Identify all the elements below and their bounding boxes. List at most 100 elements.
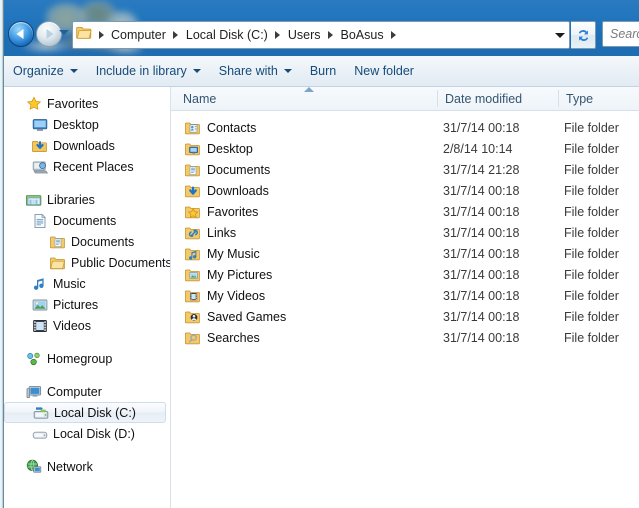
column-divider[interactable] [558,90,559,107]
file-name-cell[interactable]: Documents [185,162,270,178]
sidebar-label: Public Documents [71,255,171,270]
sidebar-item-downloads[interactable]: Downloads [4,135,170,156]
file-date: 31/7/14 00:18 [443,183,520,198]
table-row[interactable]: Searches 31/7/14 00:18 File folder [171,327,639,348]
libraries-icon [26,194,42,206]
column-header-type[interactable]: Type [566,87,593,110]
breadcrumb-boasus[interactable]: BoAsus [337,26,388,44]
refresh-icon [578,29,588,41]
table-row[interactable]: My Music 31/7/14 00:18 File folder [171,243,639,264]
breadcrumb-separator[interactable] [388,31,400,39]
sidebar-item-local-disk-d[interactable]: Local Disk (D:) [4,423,170,444]
breadcrumb-separator[interactable] [325,31,337,39]
sidebar-label: Documents [71,234,135,249]
file-date: 31/7/14 00:18 [443,246,520,261]
homegroup-icon [27,352,40,365]
file-name-cell[interactable]: Favorites [185,204,258,220]
sidebar-item-documents-library[interactable]: Documents [4,210,170,231]
column-divider[interactable] [437,90,438,107]
folder-icon [76,24,93,46]
file-type: File folder [564,330,619,345]
table-row[interactable]: Downloads 31/7/14 00:18 File folder [171,180,639,201]
folder-icon [50,257,65,269]
sidebar-label: Downloads [53,138,115,153]
file-name-cell[interactable]: My Pictures [185,267,272,283]
share-with-button[interactable]: Share with [210,59,301,83]
sidebar-item-pictures[interactable]: Pictures [4,294,170,315]
content-area: Favorites Desktop Downloads Recent Place… [4,87,639,508]
column-header-date-label: Date modified [445,91,523,106]
new-folder-button[interactable]: New folder [345,59,423,83]
table-row[interactable]: Contacts 31/7/14 00:18 File folder [171,117,639,138]
sidebar-item-libraries[interactable]: Libraries [4,189,170,210]
videos-icon [33,319,47,332]
file-name-cell[interactable]: Links [185,225,236,241]
table-row[interactable]: My Videos 31/7/14 00:18 File folder [171,285,639,306]
sidebar-item-documents-folder[interactable]: Documents [4,231,170,252]
table-row[interactable]: My Pictures 31/7/14 00:18 File folder [171,264,639,285]
computer-icon [26,385,42,398]
column-header-name[interactable]: Name [183,87,216,110]
file-name: Documents [207,162,271,177]
column-header-date-modified[interactable]: Date modified [445,87,522,110]
breadcrumb-separator[interactable] [272,31,284,39]
table-row[interactable]: Favorites 31/7/14 00:18 File folder [171,201,639,222]
breadcrumb-separator[interactable] [95,31,107,39]
back-button[interactable] [8,21,34,47]
file-name-cell[interactable]: Contacts [185,120,256,136]
chevron-down-icon [69,69,78,73]
file-name-cell[interactable]: My Music [185,246,260,262]
file-name-cell[interactable]: My Videos [185,288,265,304]
refresh-button[interactable] [571,21,596,49]
table-row[interactable]: Desktop 2/8/14 10:14 File folder [171,138,639,159]
file-type: File folder [564,141,619,156]
nav-tree: Favorites Desktop Downloads Recent Place… [4,93,170,477]
chevron-down-icon [283,69,292,73]
chevron-down-icon[interactable] [551,23,569,47]
sidebar-item-local-disk-c[interactable]: Local Disk (C:) [4,402,166,423]
sidebar-label: Favorites [47,96,99,111]
breadcrumb-local-disk-c[interactable]: Local Disk (C:) [182,26,272,44]
file-list-pane: Name Date modified Type Contacts 31/7/14… [171,87,639,508]
sidebar-item-favorites[interactable]: Favorites [4,93,170,114]
column-header-type-label: Type [566,91,594,106]
sidebar-item-network[interactable]: Network [4,456,170,477]
file-date: 31/7/14 21:28 [443,162,520,177]
table-row[interactable]: Links 31/7/14 00:18 File folder [171,222,639,243]
address-bar[interactable]: Computer Local Disk (C:) Users BoAsus [72,21,570,49]
sidebar-item-videos[interactable]: Videos [4,315,170,336]
search-input[interactable]: Searc [602,21,639,47]
burn-button[interactable]: Burn [301,59,345,83]
table-row[interactable]: Saved Games 31/7/14 00:18 File folder [171,306,639,327]
sidebar-item-desktop[interactable]: Desktop [4,114,170,135]
file-name-cell[interactable]: Searches [185,330,260,346]
sidebar-label: Local Disk (D:) [53,426,135,441]
breadcrumb-users[interactable]: Users [284,26,325,44]
breadcrumb-computer[interactable]: Computer [107,26,170,44]
file-name-cell[interactable]: Desktop [185,141,253,157]
sidebar-item-recent-places[interactable]: Recent Places [4,156,170,177]
navigation-pane: Favorites Desktop Downloads Recent Place… [4,87,171,508]
sidebar-item-music[interactable]: Music [4,273,170,294]
file-type: File folder [564,162,619,177]
organize-button[interactable]: Organize [4,59,87,83]
breadcrumb-separator[interactable] [170,31,182,39]
sidebar-item-public-documents[interactable]: Public Documents [4,252,170,273]
drive-icon [32,431,48,439]
file-name: Searches [207,330,260,345]
file-date: 2/8/14 10:14 [443,141,513,156]
table-row[interactable]: Documents 31/7/14 21:28 File folder [171,159,639,180]
include-in-library-label: Include in library [95,64,187,78]
file-name: Contacts [207,120,257,135]
file-name-cell[interactable]: Downloads [185,183,269,199]
file-name-cell[interactable]: Saved Games [185,309,286,325]
file-date: 31/7/14 00:18 [443,288,520,303]
recent-pages-button[interactable] [59,30,69,35]
sidebar-item-computer[interactable]: Computer [4,381,170,402]
folder-savedgames-icon [185,311,200,323]
file-type: File folder [564,309,619,324]
sidebar-item-homegroup[interactable]: Homegroup [4,348,170,369]
folder-desktop-icon [185,143,200,155]
include-in-library-button[interactable]: Include in library [87,59,210,83]
